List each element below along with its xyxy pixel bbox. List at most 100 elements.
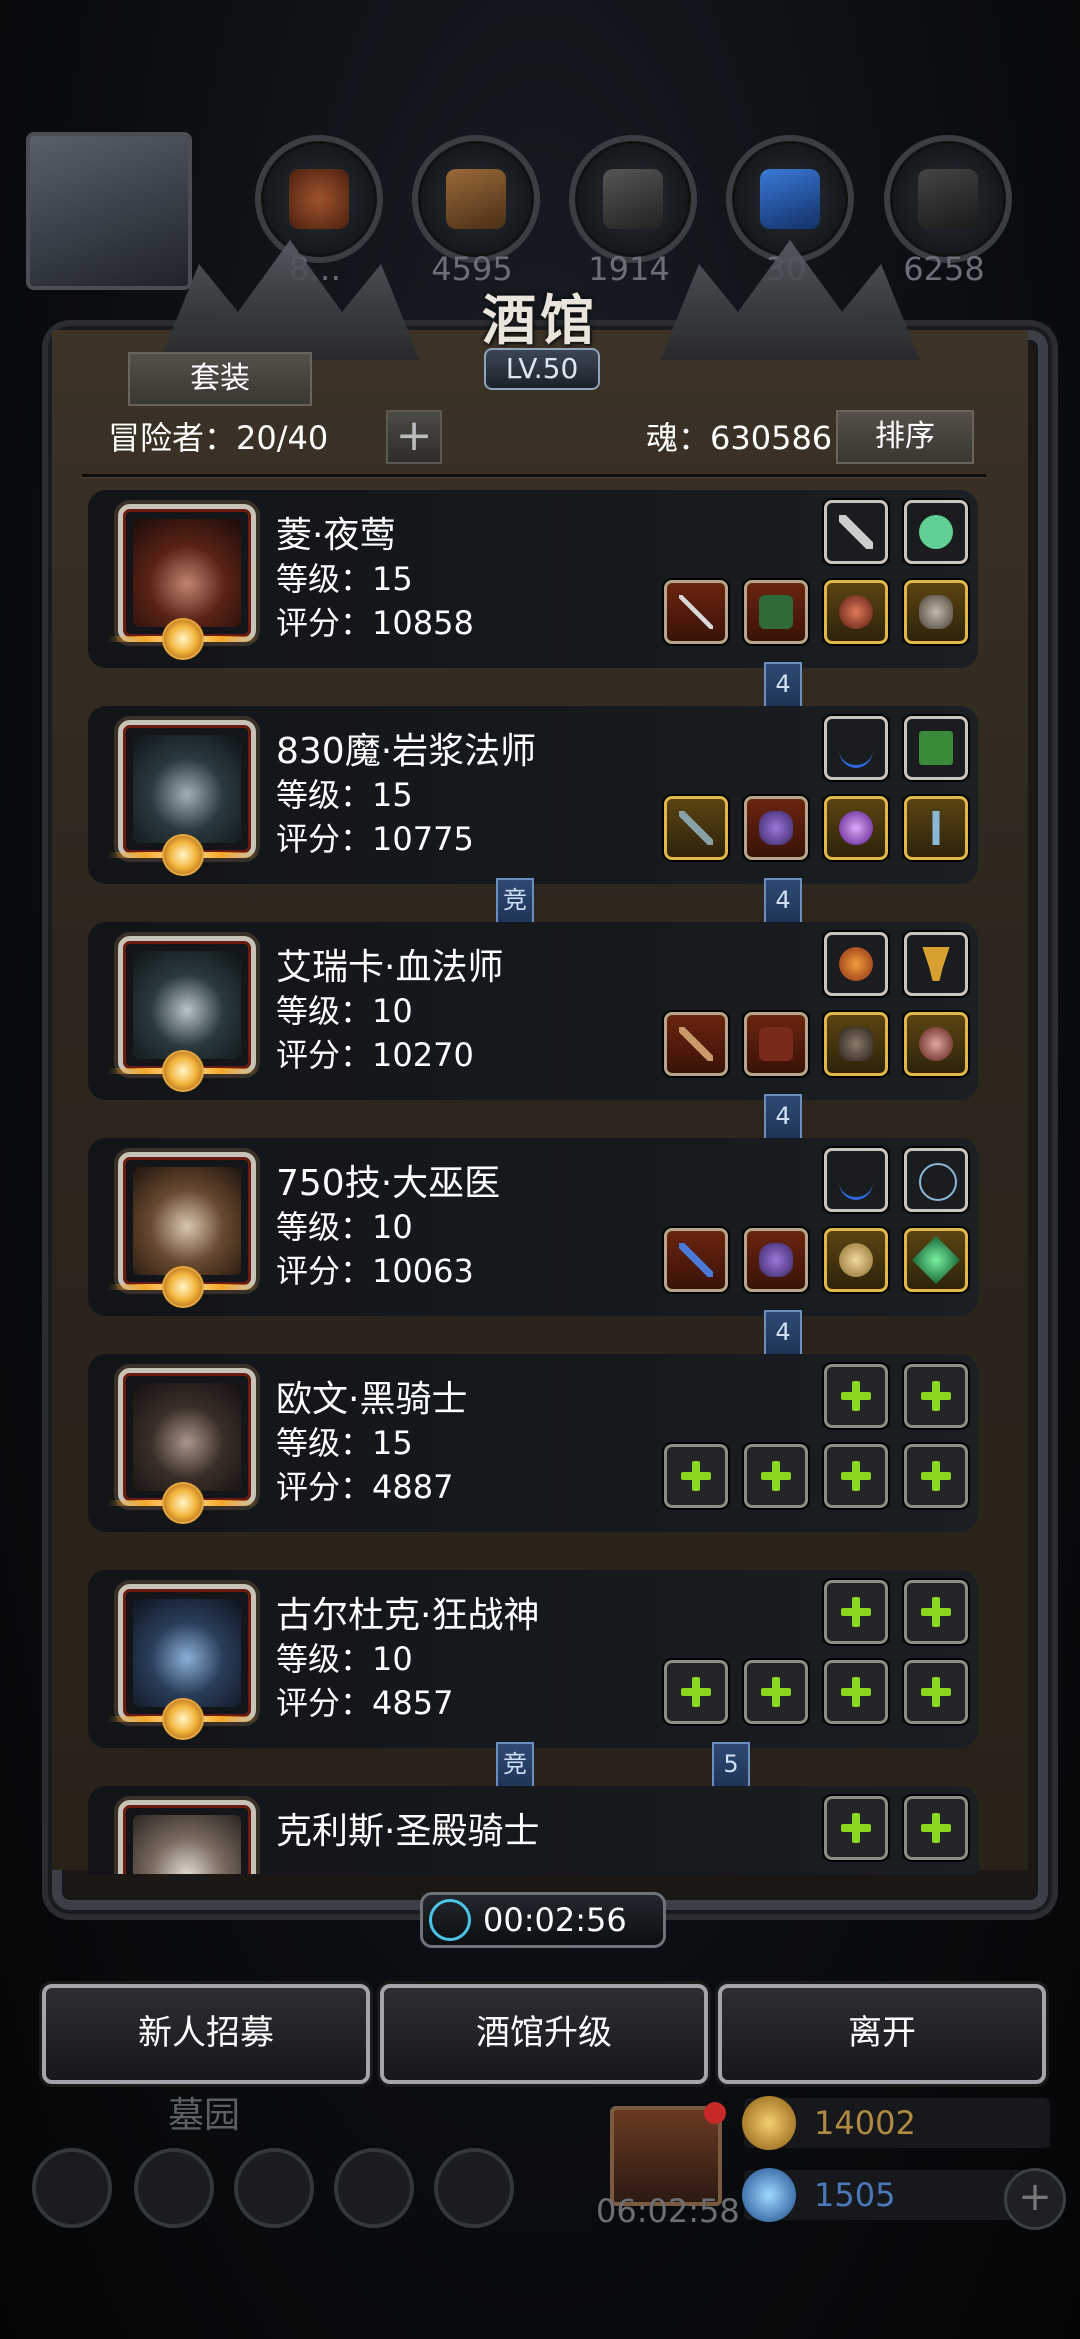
hero-card[interactable]: 750技·大巫医 等级：10 评分：10063 [88, 1138, 978, 1316]
hero-card[interactable]: 古尔杜克·狂战神 等级：10 评分：4857 [88, 1570, 978, 1748]
hero-rank-medal [108, 828, 258, 884]
upgrade-tavern-button[interactable]: 酒馆升级 [380, 1984, 708, 2084]
scroll-icon[interactable] [234, 2148, 314, 2228]
clock-icon [429, 1899, 471, 1941]
add-equip-plus-icon[interactable] [744, 1444, 808, 1508]
equip-orb-icon[interactable] [824, 796, 888, 860]
soul-count: 魂：630586 [646, 419, 833, 457]
recruit-button[interactable]: 新人招募 [42, 1984, 370, 2084]
gold-amount: 14002 [814, 2104, 916, 2142]
hero-card[interactable]: 欧文·黑骑士 等级：15 评分：4887 [88, 1354, 978, 1532]
hero-name: 古尔杜克·狂战神 [276, 1595, 540, 1636]
mail-icon[interactable] [334, 2148, 414, 2228]
equip-cross-icon[interactable] [904, 796, 968, 860]
add-currency-button[interactable]: + [1004, 2168, 1066, 2230]
hero-card[interactable]: 克利斯·圣殿骑士 [88, 1786, 978, 1874]
add-equip-plus-icon[interactable] [664, 1444, 728, 1508]
equip-gauntlet-icon[interactable] [904, 1012, 968, 1076]
resource-iron-icon [569, 135, 697, 263]
equip-trophy-icon[interactable] [904, 932, 968, 996]
add-equip-plus-icon[interactable] [664, 1660, 728, 1724]
equip-medallion-icon[interactable] [824, 1228, 888, 1292]
add-equip-plus-icon[interactable] [904, 1796, 968, 1860]
resource-meat-icon [255, 135, 383, 263]
gem-icon [742, 2168, 796, 2222]
hero-score: 评分：4887 [276, 1468, 454, 1506]
refresh-timer-text: 00:02:56 [483, 1901, 627, 1939]
equip-staff-icon[interactable] [664, 796, 728, 860]
equip-mask-icon[interactable] [904, 580, 968, 644]
leave-button[interactable]: 离开 [718, 1984, 1046, 2084]
hero-name: 欧文·黑骑士 [276, 1379, 468, 1420]
add-equip-plus-icon[interactable] [904, 1580, 968, 1644]
hero-level: 等级：10 [276, 992, 413, 1030]
resource-stone-icon [884, 135, 1012, 263]
suit-button[interactable]: 套装 [128, 352, 312, 406]
hero-name: 830魔·岩浆法师 [276, 731, 537, 772]
equip-beast-icon[interactable] [824, 1012, 888, 1076]
sort-button[interactable]: 排序 [836, 410, 974, 464]
hero-level: 等级：15 [276, 1424, 413, 1462]
hero-name: 750技·大巫医 [276, 1163, 501, 1204]
hero-level: 等级：10 [276, 1208, 413, 1246]
hero-rank-medal [108, 612, 258, 668]
hero-portrait [118, 1800, 256, 1874]
hero-score: 评分：10270 [276, 1036, 474, 1074]
add-equip-plus-icon[interactable] [824, 1580, 888, 1644]
star-badge-icon[interactable] [134, 2148, 214, 2228]
hero-rank-medal [108, 1476, 258, 1532]
add-equip-plus-icon[interactable] [744, 1660, 808, 1724]
equip-wand-icon[interactable] [664, 1228, 728, 1292]
hero-rank-medal [108, 1692, 258, 1748]
settings-gear-icon[interactable] [32, 2148, 112, 2228]
hero-score: 评分：10775 [276, 820, 474, 858]
gold-bar: 14002 [742, 2096, 1050, 2150]
equip-tome-icon[interactable] [904, 716, 968, 780]
equip-gem-icon[interactable] [904, 1228, 968, 1292]
equip-helmet-icon[interactable] [744, 796, 808, 860]
resource-wood-icon [412, 135, 540, 263]
add-equip-plus-icon[interactable] [824, 1444, 888, 1508]
equip-rune-icon[interactable] [824, 500, 888, 564]
player-avatar[interactable] [26, 132, 192, 290]
equip-staff-icon[interactable] [664, 1012, 728, 1076]
tavern-title: 酒馆 [482, 289, 598, 352]
equip-crest-icon[interactable] [824, 932, 888, 996]
add-equip-plus-icon[interactable] [904, 1444, 968, 1508]
add-equip-plus-icon[interactable] [904, 1364, 968, 1428]
notification-dot [704, 2102, 726, 2124]
hero-score: 评分：10063 [276, 1252, 474, 1290]
refresh-timer: 00:02:56 [420, 1892, 666, 1948]
add-adventurer-slot-button[interactable]: + [386, 410, 442, 464]
equip-armor-icon[interactable] [744, 580, 808, 644]
hero-card[interactable]: 艾瑞卡·血法师 等级：10 评分：10270 [88, 922, 978, 1100]
hero-name: 克利斯·圣殿骑士 [276, 1811, 540, 1852]
add-equip-plus-icon[interactable] [904, 1660, 968, 1724]
hero-level: 等级：15 [276, 776, 413, 814]
add-equip-plus-icon[interactable] [824, 1364, 888, 1428]
equip-jade-icon[interactable] [904, 500, 968, 564]
equip-whip-icon[interactable] [824, 1148, 888, 1212]
equip-necklace-icon[interactable] [904, 1148, 968, 1212]
hero-list[interactable]: 菱·夜莺 等级：15 评分：10858 4 830魔·岩浆法师 等级：15 评分… [84, 484, 984, 1874]
equip-amulet-icon[interactable] [824, 580, 888, 644]
add-equip-plus-icon[interactable] [824, 1796, 888, 1860]
gem-amount: 1505 [814, 2176, 896, 2214]
shield-icon[interactable] [434, 2148, 514, 2228]
equip-helmet-icon[interactable] [744, 1228, 808, 1292]
gift-box-icon[interactable] [610, 2102, 726, 2206]
hero-name: 菱·夜莺 [276, 515, 396, 556]
resource-stone-value: 6258 [903, 250, 985, 288]
hero-score: 评分：4857 [276, 1684, 454, 1722]
equip-whip-icon[interactable] [824, 716, 888, 780]
hero-card[interactable]: 菱·夜莺 等级：15 评分：10858 [88, 490, 978, 668]
hero-level: 等级：10 [276, 1640, 413, 1678]
header-divider [82, 474, 986, 477]
equip-robe-icon[interactable] [744, 1012, 808, 1076]
hero-rank-medal [108, 1044, 258, 1100]
add-equip-plus-icon[interactable] [824, 1660, 888, 1724]
gift-timer: 06:02:58 [596, 2192, 740, 2230]
equip-sword-icon[interactable] [664, 580, 728, 644]
tavern-level-badge: LV.50 [484, 348, 600, 390]
hero-card[interactable]: 830魔·岩浆法师 等级：15 评分：10775 [88, 706, 978, 884]
